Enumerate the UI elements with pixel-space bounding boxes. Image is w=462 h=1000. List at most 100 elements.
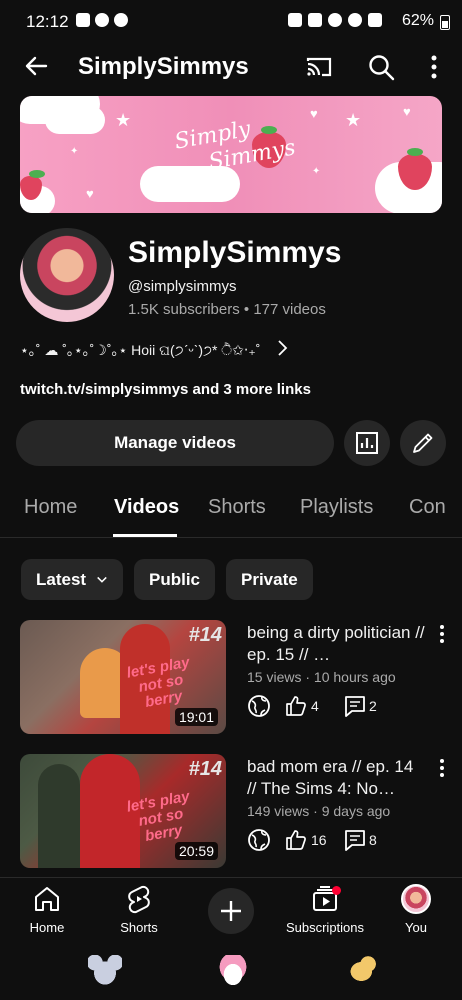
star-decoration: ★ bbox=[345, 110, 362, 130]
like-count: 4 bbox=[311, 698, 319, 714]
like-count: 16 bbox=[311, 832, 327, 848]
edit-channel-button[interactable] bbox=[400, 420, 446, 466]
tab-playlists[interactable]: Playlists bbox=[300, 496, 373, 519]
video-duration: 20:59 bbox=[174, 842, 218, 860]
sort-latest-chip[interactable]: Latest bbox=[21, 559, 123, 600]
heart-decoration: ♥ bbox=[86, 186, 94, 201]
nav-home[interactable]: Home bbox=[22, 884, 72, 935]
alarm-icon bbox=[328, 13, 342, 27]
video-thumbnail[interactable]: #14 let's play not so berry 20:59 bbox=[20, 754, 226, 868]
video-views: 15 views bbox=[247, 669, 302, 685]
nav-you-label: You bbox=[405, 920, 427, 935]
battery-percent: 62% bbox=[401, 12, 434, 29]
shorts-icon bbox=[128, 885, 150, 914]
sparkle-decoration: ✦ bbox=[70, 146, 79, 157]
filter-public-chip[interactable]: Public bbox=[134, 559, 216, 600]
status-system-icons bbox=[288, 13, 382, 27]
channel-handle: @simplysimmys bbox=[128, 278, 237, 295]
video-thumbnail[interactable]: #14 let's play not so berry 19:01 bbox=[20, 620, 226, 734]
thumbnail-title-overlay: let's play not so berry bbox=[125, 787, 191, 845]
channel-links[interactable]: twitch.tv/simplysimmys and 3 more links bbox=[20, 381, 311, 398]
app-notification-icon bbox=[95, 13, 109, 27]
nfc-n-icon bbox=[308, 13, 322, 27]
profile-avatar bbox=[401, 884, 431, 914]
tab-home[interactable]: Home bbox=[24, 496, 77, 519]
nav-subscriptions[interactable]: Subscriptions bbox=[283, 884, 367, 935]
app-bar: SimplySimmys bbox=[0, 44, 462, 90]
comment-count: 8 bbox=[369, 832, 377, 848]
analytics-button[interactable] bbox=[344, 420, 390, 466]
nav-subscriptions-label: Subscriptions bbox=[285, 920, 365, 935]
comment-icon bbox=[345, 830, 365, 851]
nav-home-label: Home bbox=[29, 920, 65, 935]
cloud-decoration bbox=[45, 106, 105, 134]
more-vertical-icon[interactable] bbox=[434, 624, 450, 644]
episode-number-overlay: #14 bbox=[188, 624, 222, 646]
banner-brand-text: Simply Simmys bbox=[163, 109, 303, 201]
system-gesture-dock bbox=[0, 947, 462, 1000]
video-title[interactable]: being a dirty politician // ep. 15 // … bbox=[247, 622, 427, 666]
channel-meta: 1.5K subscribers • 177 videos bbox=[128, 301, 326, 318]
video-age: 10 hours ago bbox=[313, 669, 396, 685]
signal-icon bbox=[368, 13, 382, 27]
status-bar: 12:12 62% bbox=[0, 0, 462, 44]
chevron-right-icon[interactable] bbox=[274, 338, 290, 358]
nav-shorts-label: Shorts bbox=[120, 920, 158, 935]
cast-icon[interactable] bbox=[304, 52, 334, 82]
subscriber-count: 1.5K subscribers bbox=[128, 301, 240, 318]
sort-latest-label: Latest bbox=[36, 569, 87, 589]
channel-avatar[interactable] bbox=[20, 228, 114, 322]
bottom-navigation: Home Shorts Subscriptions You bbox=[0, 877, 462, 947]
thumbs-up-icon bbox=[286, 830, 306, 850]
mouse-character-icon[interactable] bbox=[88, 955, 122, 985]
thumbs-up-icon bbox=[286, 696, 306, 716]
tab-shorts[interactable]: Shorts bbox=[208, 496, 266, 519]
thumb-figure bbox=[38, 764, 80, 868]
status-time: 12:12 bbox=[26, 12, 69, 31]
nav-you[interactable]: You bbox=[396, 884, 436, 935]
search-icon[interactable] bbox=[366, 52, 396, 82]
notification-dot bbox=[332, 886, 341, 895]
tab-community[interactable]: Con bbox=[409, 496, 446, 519]
video-list-item[interactable]: #14 let's play not so berry 20:59 bad mo… bbox=[0, 754, 462, 874]
pencil-icon bbox=[413, 433, 433, 453]
thumbnail-title-overlay: let's play not so berry bbox=[125, 653, 191, 711]
duck-character-icon[interactable] bbox=[346, 955, 380, 985]
globe-public-icon bbox=[248, 829, 270, 851]
more-vertical-icon[interactable] bbox=[434, 758, 450, 778]
comment-icon bbox=[345, 696, 365, 717]
video-duration: 19:01 bbox=[174, 708, 218, 726]
analytics-icon bbox=[356, 432, 378, 454]
video-views: 149 views bbox=[247, 803, 310, 819]
home-icon bbox=[35, 887, 59, 911]
video-stats: 4 2 bbox=[247, 694, 447, 720]
chevron-down-icon bbox=[97, 576, 107, 583]
more-vertical-icon[interactable] bbox=[424, 52, 444, 82]
wifi-icon bbox=[348, 13, 362, 27]
video-title[interactable]: bad mom era // ep. 14 // The Sims 4: No… bbox=[247, 756, 427, 800]
comment-count: 2 bbox=[369, 698, 377, 714]
episode-number-overlay: #14 bbox=[188, 758, 222, 780]
nfc-icon bbox=[288, 13, 302, 27]
channel-name: SimplySimmys bbox=[128, 236, 342, 269]
channel-description[interactable]: ⋆｡˚ ☁︎ ˚｡⋆｡˚☽˚｡⋆ Hoii ଘ(੭ˊᵕˋ)੭* ੈ✩‧₊˚ bbox=[20, 340, 440, 362]
star-decoration: ★ bbox=[115, 110, 132, 130]
status-notification-icons bbox=[76, 13, 128, 27]
manage-videos-button[interactable]: Manage videos bbox=[16, 420, 334, 466]
meta-separator: • bbox=[239, 301, 254, 318]
my-melody-icon[interactable] bbox=[216, 955, 250, 985]
tab-videos[interactable]: Videos bbox=[114, 496, 179, 519]
active-tab-indicator bbox=[113, 534, 177, 537]
video-list-item[interactable]: #14 let's play not so berry 19:01 being … bbox=[0, 620, 462, 740]
nav-shorts[interactable]: Shorts bbox=[114, 884, 164, 935]
video-meta: 15 views · 10 hours ago bbox=[247, 669, 396, 685]
back-arrow-icon[interactable] bbox=[22, 52, 50, 80]
filter-private-chip[interactable]: Private bbox=[226, 559, 313, 600]
video-age: 9 days ago bbox=[321, 803, 391, 819]
heart-decoration: ♥ bbox=[403, 104, 411, 119]
battery-icon bbox=[440, 15, 450, 30]
video-stats: 16 8 bbox=[247, 828, 447, 854]
create-button[interactable] bbox=[208, 888, 254, 934]
channel-banner: ★ ★ ♥ ♥ ♥ ✦ ✦ Simply Simmys bbox=[20, 96, 442, 213]
channel-tabs: Home Videos Shorts Playlists Con bbox=[0, 484, 462, 538]
